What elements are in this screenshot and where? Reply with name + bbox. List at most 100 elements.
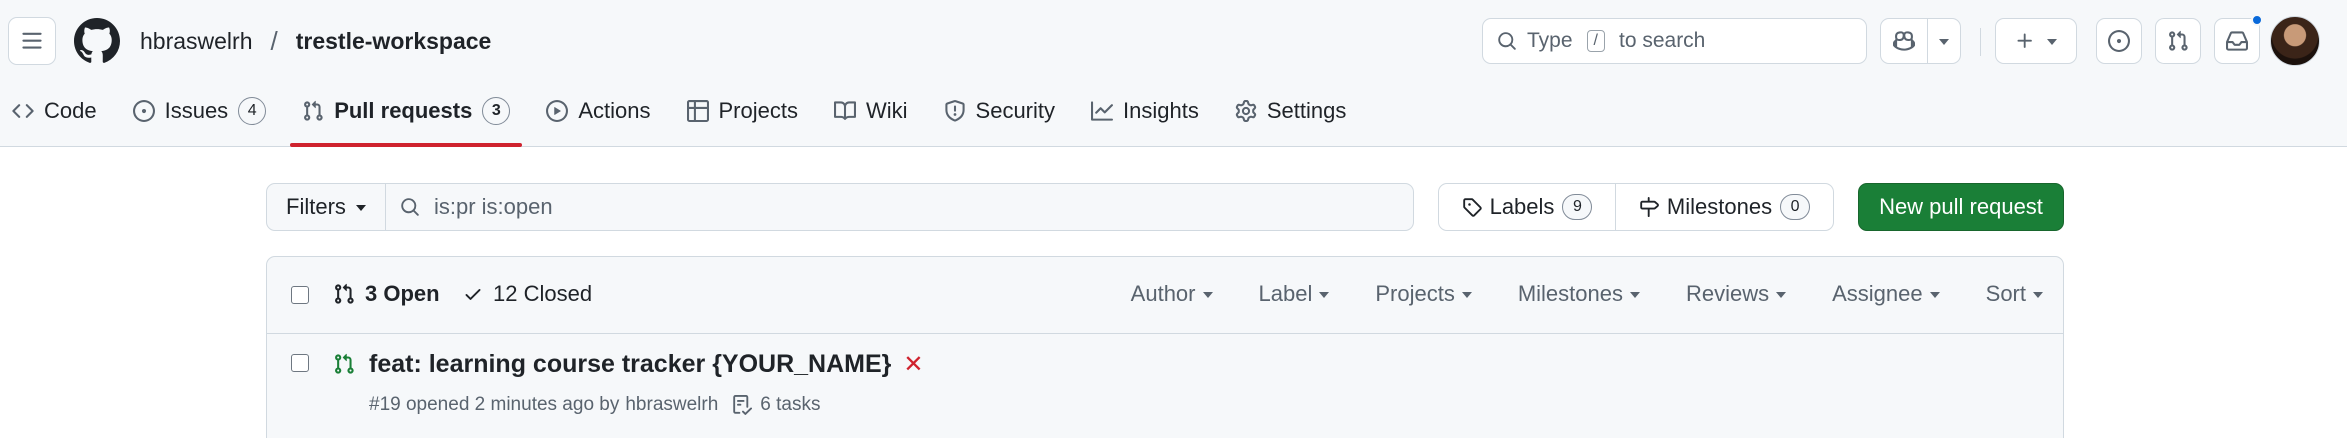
filter-label: Author [1130, 281, 1196, 306]
chevron-down-icon [1929, 292, 1940, 298]
labels-count-badge: 9 [1562, 194, 1593, 220]
filter-label: Milestones [1517, 281, 1623, 306]
list-header: 3 Open 12 Closed Author Label Projects M… [267, 257, 2063, 334]
tab-label: Insights [1123, 98, 1199, 123]
your-pull-requests-button[interactable] [2155, 18, 2201, 64]
tab-code[interactable]: Code [0, 90, 109, 132]
tab-label: Wiki [865, 98, 908, 123]
assignee-filter[interactable]: Assignee [1832, 281, 1940, 307]
book-icon [833, 101, 856, 120]
pr-author-link[interactable]: hbraswelrh [625, 394, 718, 416]
play-icon [546, 100, 569, 122]
tab-label: Pull requests [334, 98, 473, 123]
new-pull-request-button[interactable]: New pull request [1858, 183, 2064, 231]
labels-button[interactable]: Labels 9 [1438, 183, 1616, 231]
checks-failed-icon[interactable]: ✕ [903, 350, 923, 379]
sort-menu[interactable]: Sort [1986, 281, 2043, 307]
milestones-button[interactable]: Milestones 0 [1615, 183, 1834, 231]
filter-label: Sort [1985, 281, 2026, 306]
closed-filter[interactable]: 12 Closed [463, 281, 592, 307]
label-filter[interactable]: Label [1259, 281, 1330, 307]
task-progress[interactable]: 6 tasks [732, 394, 821, 416]
filter-query: is:pr is:open [434, 194, 553, 219]
milestones-count-badge: 0 [1780, 194, 1811, 220]
tab-settings[interactable]: Settings [1223, 90, 1359, 132]
code-icon [12, 104, 34, 118]
breadcrumb-owner[interactable]: hbraswelrh [140, 28, 253, 55]
tab-label: Actions [578, 98, 651, 123]
user-avatar[interactable] [2270, 16, 2320, 66]
tab-pull-requests[interactable]: Pull requests 3 [290, 90, 523, 147]
pr-title-row: feat: learning course tracker {YOUR_NAME… [369, 350, 924, 379]
git-pull-request-icon [335, 283, 354, 304]
search-shortcut-key: / [1586, 30, 1605, 52]
app-header: hbraswelrh / trestle-workspace Type / to… [0, 0, 2347, 147]
tab-label: Issues [164, 98, 229, 123]
tab-label: Settings [1266, 98, 1347, 123]
inbox-icon [2226, 31, 2248, 51]
pull-requests-count-badge: 3 [482, 97, 511, 125]
breadcrumb-repo[interactable]: trestle-workspace [296, 28, 492, 55]
table-icon [686, 100, 709, 122]
search-suffix: to search [1618, 29, 1706, 52]
row-checkbox[interactable] [291, 354, 309, 372]
chevron-down-icon [2047, 39, 2057, 45]
task-count: 6 tasks [760, 394, 821, 415]
notification-indicator [2251, 14, 2263, 26]
tab-security[interactable]: Security [932, 90, 1067, 132]
filter-label: Reviews [1685, 281, 1770, 306]
tab-insights[interactable]: Insights [1079, 90, 1211, 132]
pull-request-list: 3 Open 12 Closed Author Label Projects M… [266, 256, 2064, 438]
list-item: feat: learning course tracker {YOUR_NAME… [267, 334, 2063, 434]
list-sort-filters: Author Label Projects Milestones Reviews… [1131, 281, 2043, 307]
chevron-down-icon [1202, 292, 1213, 298]
search-icon [1498, 32, 1516, 50]
issues-count-badge: 4 [238, 97, 267, 125]
menu-button[interactable] [8, 17, 56, 65]
milestone-icon [1640, 197, 1659, 217]
issue-opened-icon [2108, 30, 2130, 52]
chevron-down-icon [2033, 292, 2043, 298]
graph-icon [1091, 101, 1114, 121]
checklist-icon [733, 395, 753, 415]
filters-label: Filters [286, 194, 346, 219]
tab-label: Projects [718, 98, 798, 123]
hamburger-icon [22, 32, 42, 49]
your-issues-button[interactable] [2096, 18, 2142, 64]
projects-filter[interactable]: Projects [1375, 281, 1472, 307]
breadcrumb: hbraswelrh / trestle-workspace [140, 24, 491, 58]
chevron-down-icon [1461, 292, 1472, 298]
author-filter[interactable]: Author [1131, 281, 1213, 307]
issue-opened-icon [132, 100, 155, 122]
pr-title-link[interactable]: feat: learning course tracker {YOUR_NAME… [369, 350, 891, 379]
tab-actions[interactable]: Actions [534, 90, 662, 132]
filters-button[interactable]: Filters [266, 183, 386, 231]
chevron-down-icon [1629, 292, 1640, 298]
tab-issues[interactable]: Issues 4 [121, 90, 279, 132]
search-icon [401, 198, 419, 216]
tab-label: Security [975, 98, 1056, 123]
shield-icon [944, 100, 965, 122]
git-pull-request-open-icon [335, 353, 354, 374]
milestones-filter[interactable]: Milestones [1518, 281, 1640, 307]
open-filter[interactable]: 3 Open [333, 281, 440, 307]
pr-opened-text: #19 opened 2 minutes ago by [369, 394, 620, 415]
filter-search-input[interactable]: is:pr is:open [385, 183, 1414, 231]
header-divider [1980, 28, 1981, 56]
tab-label: Code [44, 98, 97, 123]
reviews-filter[interactable]: Reviews [1685, 281, 1787, 307]
select-all-checkbox[interactable] [291, 286, 309, 304]
copilot-menu-button[interactable] [1927, 18, 1961, 64]
github-logo-icon[interactable] [74, 18, 120, 64]
closed-count-label: 12 Closed [493, 281, 593, 306]
labels-label: Labels [1489, 194, 1555, 219]
check-icon [465, 289, 481, 300]
tab-wiki[interactable]: Wiki [822, 90, 920, 132]
filter-label: Label [1258, 281, 1313, 306]
create-new-button[interactable] [1995, 18, 2077, 64]
global-search[interactable]: Type / to search [1482, 18, 1867, 64]
tab-projects[interactable]: Projects [675, 90, 810, 132]
chevron-down-icon [1776, 292, 1787, 298]
copilot-button[interactable] [1880, 18, 1928, 64]
git-pull-request-icon [2169, 30, 2188, 51]
